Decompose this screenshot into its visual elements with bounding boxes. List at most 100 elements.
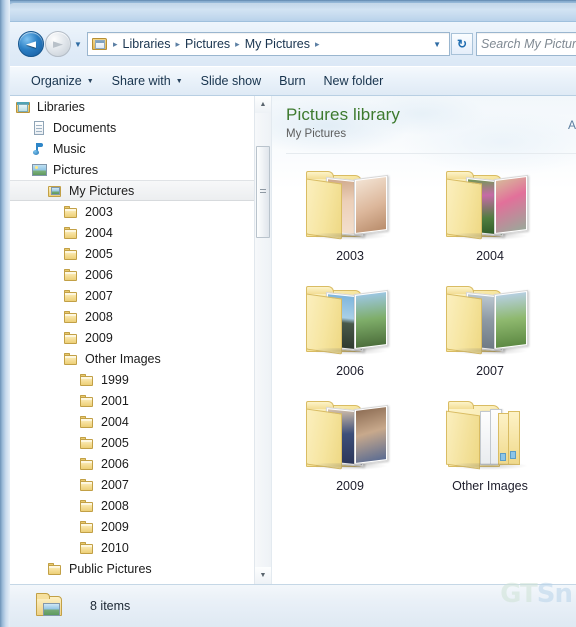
breadcrumb-separator[interactable]: ▸ [110, 39, 121, 50]
address-bar: ◄ ► ▼ ▸ Libraries ▸ Pictures ▸ My Pictur… [10, 22, 576, 66]
folder-status-icon [34, 593, 64, 619]
photo-folder-icon [306, 401, 394, 471]
photo-folder-icon [306, 171, 394, 241]
tree-item-2006[interactable]: 2006 [10, 453, 271, 474]
page-title: Pictures library [286, 105, 401, 124]
folder-icon [64, 205, 80, 219]
tree-item-2008[interactable]: 2008 [10, 495, 271, 516]
tree-item-2007[interactable]: 2007 [10, 285, 271, 306]
tree-item-label: 2004 [101, 414, 129, 429]
arrange-by-button[interactable]: Ar [568, 118, 576, 132]
content-pane[interactable]: Pictures library My Pictures Ar 2003 200… [272, 96, 576, 584]
my-pictures-icon [48, 184, 64, 198]
tree-item-libraries[interactable]: Libraries [10, 96, 271, 117]
folder-item[interactable]: 2007 [420, 279, 560, 394]
breadcrumb-separator[interactable]: ▸ [312, 39, 323, 50]
folder-grid-row: 2006 2007 [280, 279, 576, 394]
window-frame-left [0, 0, 10, 627]
tree-item-2008[interactable]: 2008 [10, 306, 271, 327]
folder-icon [80, 478, 96, 492]
scroll-down-button[interactable]: ▼ [255, 567, 271, 584]
toolbar-label: Slide show [200, 74, 262, 88]
breadcrumb-item-my-pictures[interactable]: My Pictures [243, 36, 312, 52]
toolbar-button-new-folder[interactable]: New folder [315, 71, 393, 91]
breadcrumb-separator[interactable]: ▸ [232, 39, 243, 50]
title-bar [0, 0, 576, 22]
tree-item-2001[interactable]: 2001 [10, 390, 271, 411]
tree-item-label: 2001 [101, 393, 129, 408]
library-header: Pictures library My Pictures Ar [272, 96, 576, 154]
triangle-down-icon: ▼ [259, 572, 267, 579]
folder-icon [80, 415, 96, 429]
back-arrow-icon: ◄ [26, 36, 36, 52]
folder-icon [80, 394, 96, 408]
tree-item-label: Pictures [53, 162, 99, 177]
tree-item-2006[interactable]: 2006 [10, 264, 271, 285]
tree-item-label: 2009 [101, 519, 129, 534]
tree-item-2004[interactable]: 2004 [10, 411, 271, 432]
folder-item[interactable]: 2003 [280, 164, 420, 279]
folder-item[interactable]: Other Images [420, 394, 560, 509]
folder-grid-row: 2003 2004 [280, 164, 576, 279]
folder-item[interactable]: 2009 [280, 394, 420, 509]
folder-grid-row: 2009 Other Images [280, 394, 576, 509]
back-button[interactable]: ◄ [18, 31, 44, 57]
document-icon [32, 120, 48, 135]
tree-item-documents[interactable]: Documents [10, 117, 271, 138]
scrollbar-thumb[interactable] [256, 146, 270, 238]
search-input[interactable]: Search My Pictur [481, 37, 576, 51]
tree-item-2004[interactable]: 2004 [10, 222, 271, 243]
folder-icon [80, 520, 96, 534]
toolbar-button-share-with[interactable]: Share with ▼ [103, 71, 192, 91]
scroll-up-button[interactable]: ▲ [255, 96, 271, 113]
tree-item-2009[interactable]: 2009 [10, 327, 271, 348]
tree-item-1999[interactable]: 1999 [10, 369, 271, 390]
refresh-button[interactable]: ↻ [451, 33, 473, 55]
tree-item-label: 2007 [85, 288, 113, 303]
toolbar-button-organize[interactable]: Organize ▼ [22, 71, 103, 91]
folder-icon [80, 457, 96, 471]
search-box[interactable]: Search My Pictur [476, 32, 576, 56]
breadcrumb-bar[interactable]: ▸ Libraries ▸ Pictures ▸ My Pictures ▸ ▼ [87, 32, 450, 56]
forward-button[interactable]: ► [45, 31, 71, 57]
toolbar-button-burn[interactable]: Burn [270, 71, 314, 91]
triangle-up-icon: ▲ [259, 101, 267, 108]
folder-thumbnail [300, 282, 400, 362]
folder-icon [64, 289, 80, 303]
tree-item-label: 2006 [85, 267, 113, 282]
tree-item-label: Public Pictures [69, 561, 152, 576]
folder-item[interactable]: 2004 [420, 164, 560, 279]
tree-item-pictures[interactable]: Pictures [10, 159, 271, 180]
tree-item-other-images[interactable]: Other Images [10, 348, 271, 369]
folder-icon [64, 226, 80, 240]
tree-item-2009[interactable]: 2009 [10, 516, 271, 537]
breadcrumb-item-libraries[interactable]: Libraries [121, 36, 173, 52]
folder-icon [64, 268, 80, 282]
tree-item-label: Documents [53, 120, 117, 135]
tree-item-2010[interactable]: 2010 [10, 537, 271, 558]
address-dropdown-button[interactable]: ▼ [429, 40, 447, 49]
tree-item-label: 2009 [85, 330, 113, 345]
tree-item-label: 2005 [85, 246, 113, 261]
folder-thumbnail [440, 282, 540, 362]
folder-label: 2007 [476, 364, 504, 378]
toolbar-label: New folder [323, 74, 384, 88]
folder-label: 2004 [476, 249, 504, 263]
navigation-scrollbar[interactable]: ▲ ▼ [254, 96, 271, 584]
tree-item-2003[interactable]: 2003 [10, 201, 271, 222]
tree-item-my-pictures[interactable]: My Pictures [10, 180, 271, 201]
toolbar-button-slide-show[interactable]: Slide show [192, 71, 270, 91]
tree-item-public-pictures[interactable]: Public Pictures [10, 558, 271, 579]
tree-item-2005[interactable]: 2005 [10, 243, 271, 264]
breadcrumb-item-pictures[interactable]: Pictures [183, 36, 232, 52]
folder-item[interactable]: 2006 [280, 279, 420, 394]
chevron-down-icon: ▼ [433, 39, 441, 49]
tree-item-label: 2010 [101, 540, 129, 555]
history-dropdown-button[interactable]: ▼ [71, 31, 85, 57]
library-icon [16, 100, 32, 114]
breadcrumb-separator[interactable]: ▸ [172, 39, 183, 50]
tree-item-2005[interactable]: 2005 [10, 432, 271, 453]
folder-label: Other Images [452, 479, 528, 493]
tree-item-2007[interactable]: 2007 [10, 474, 271, 495]
tree-item-music[interactable]: Music [10, 138, 271, 159]
